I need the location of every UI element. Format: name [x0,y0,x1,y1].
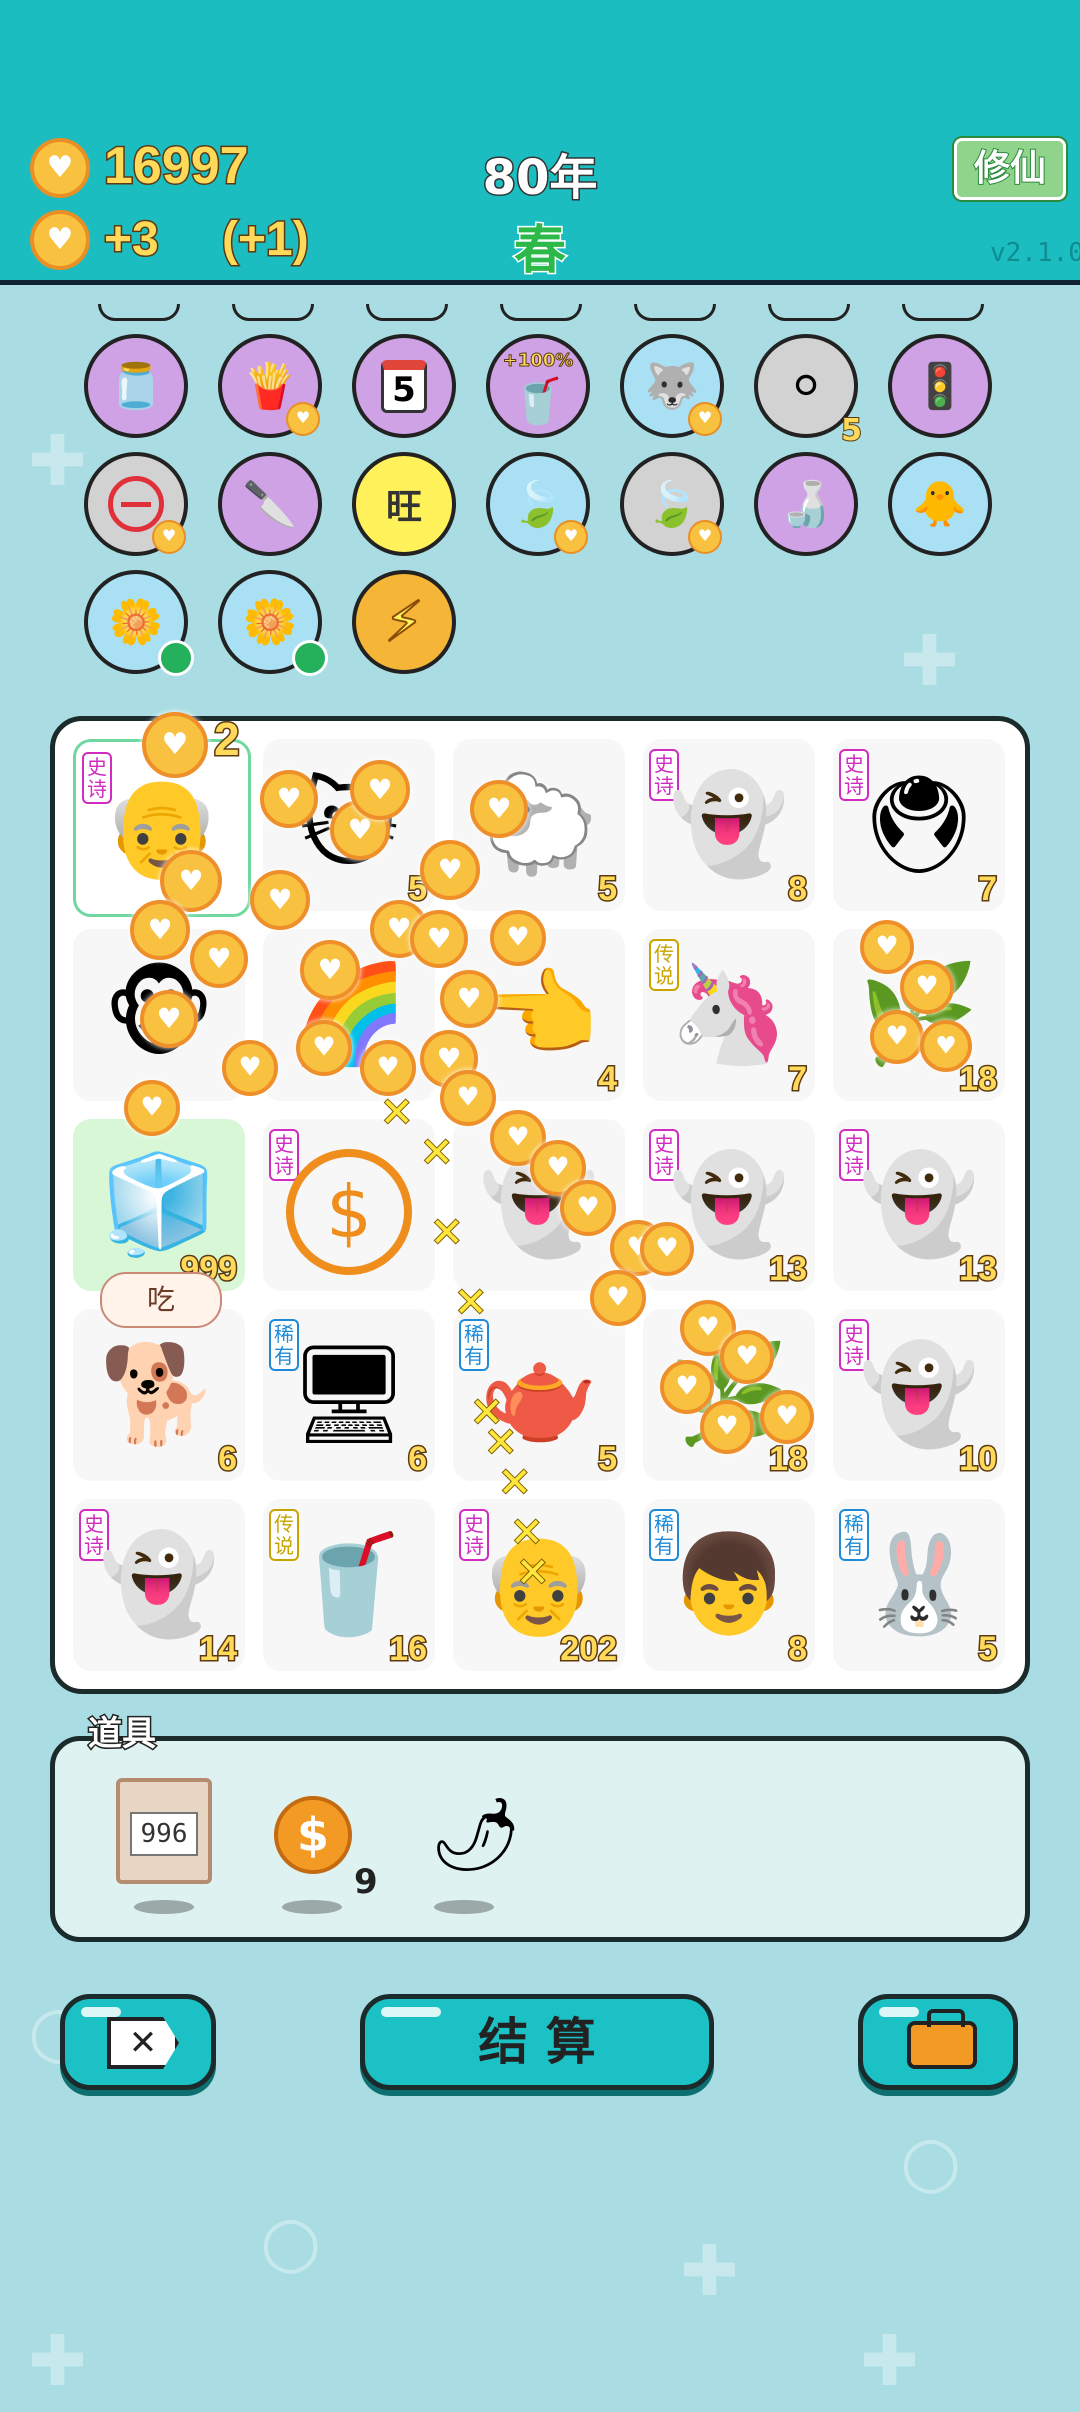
board-tile[interactable]: 史诗 $ [263,1119,435,1291]
briefcase-icon [907,2021,977,2069]
board-tile[interactable]: 🐕 6 [73,1309,245,1481]
scrolled-item-edge [902,304,984,321]
wang-icon[interactable]: 旺 [352,452,456,556]
board-tile[interactable]: 🌿 18 [833,929,1005,1101]
scrolled-item-edge [634,304,716,321]
board-tile[interactable]: 传说 🦄 7 [643,929,815,1101]
flower-pot-icon[interactable]: 🌼 [84,570,194,676]
cup-icon[interactable]: +100% 🥤 [486,334,590,438]
wolf-icon[interactable]: 🐺 ♥ [620,334,724,438]
items-panel-title: 道具 [87,1713,158,1756]
cleaver-icon[interactable]: 🔪 [218,452,322,556]
board-tile[interactable]: 史诗 👻 14 [73,1499,245,1671]
board-tile[interactable]: 稀有 🐰 5 [833,1499,1005,1671]
board-tile[interactable]: 稀有 👦 8 [643,1499,815,1671]
lightning-icon[interactable]: ⚡ [352,570,456,674]
speech-bubble: 吃 [100,1272,222,1328]
item-shadow [282,1900,342,1914]
board-tile[interactable]: 🧊 999 [73,1119,245,1291]
board-tile[interactable]: 史诗 👻 8 [643,739,815,911]
xiuxian-button[interactable]: 修仙 [954,138,1066,200]
flower-pot-icon[interactable]: 🌼 [218,570,328,676]
counter-icon[interactable]: 996 [116,1778,212,1884]
dollar-coin-icon[interactable]: $ [274,1796,352,1874]
leaf-icon[interactable]: 🍃 ♥ [486,452,590,556]
coin-item-count: 9 [354,1862,378,1902]
briefcase-handle [927,2009,965,2027]
fries-icon[interactable]: 🍟 ♥ [218,334,322,438]
scrolled-item-edge [232,304,314,321]
gravy-boat-icon[interactable]: 🍶 [754,452,858,556]
scrolled-item-edge [768,304,850,321]
x-icon: ✕ [107,2017,179,2069]
traffic-light-icon[interactable]: 🚦 [888,334,992,438]
item-shadow [434,1900,494,1914]
header-divider [0,280,1080,285]
settle-label: 结 算 [478,2013,596,2071]
jar-icon[interactable]: 🫙 [84,334,188,438]
close-button[interactable]: ✕ [60,1994,216,2090]
top-header: 16997 +3 (+1) 80年 春 修仙 v2.1.0 [0,0,1080,284]
board-tile[interactable]: 史诗 👻 13 [833,1119,1005,1291]
board-tile[interactable]: 史诗 🖲 7 [833,739,1005,911]
scrolled-item-edge [500,304,582,321]
egg-tray-icon[interactable]: ⚪ 5 [754,334,863,449]
board-tile[interactable]: 传说 🥤 16 [263,1499,435,1671]
scrolled-item-edge [98,304,180,321]
board-tile[interactable]: 史诗 👻 10 [833,1309,1005,1481]
scrolled-item-edge [366,304,448,321]
dollar-coin-icon: $ [263,1139,435,1275]
chili-pepper-icon[interactable]: 🌶 [430,1784,521,1884]
chick-icon[interactable]: 🐥 [888,452,992,556]
version-label: v2.1.0 [990,238,1080,268]
minus-icon[interactable]: ♥ [84,452,188,556]
settle-button[interactable]: 结 算 [360,1994,714,2090]
calendar-icon[interactable]: 5 [352,334,456,438]
season-label: 春 [512,220,567,283]
item-shadow [134,1900,194,1914]
board-tile[interactable]: 稀有 🖥 6 [263,1309,435,1481]
bag-button[interactable] [858,1994,1018,2090]
leaf-icon[interactable]: 🍃 ♥ [620,452,724,556]
year-label: 80年 [481,149,599,208]
